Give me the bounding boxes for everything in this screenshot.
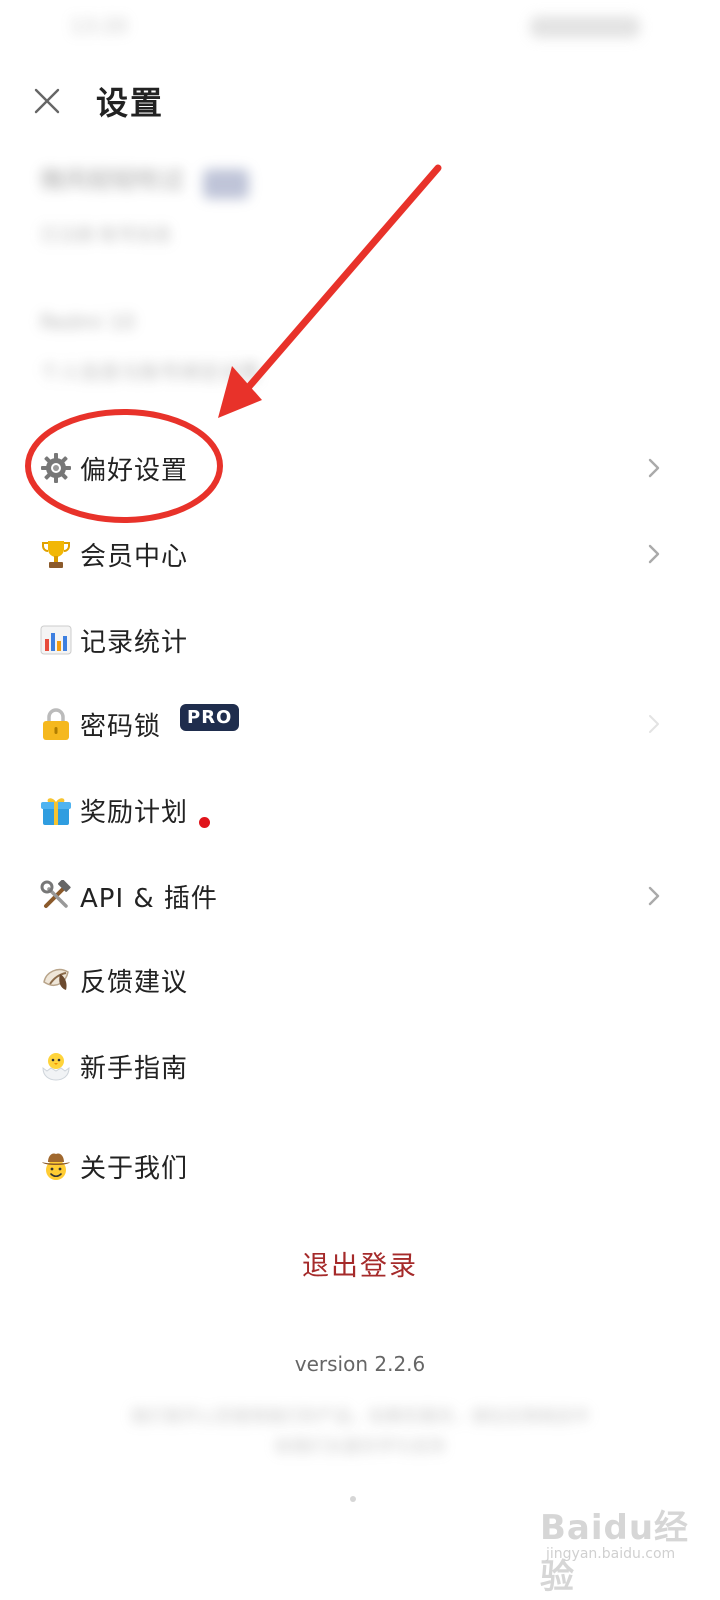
shell-icon (38, 962, 74, 998)
notification-dot (199, 817, 210, 828)
gift-icon (38, 792, 74, 828)
account-subtitle: 已注册·账号信息 (40, 224, 172, 246)
version-text: version 2.2.6 (294, 1352, 426, 1376)
menu-item-api-plugins[interactable]: API & 插件 (0, 856, 720, 936)
menu-item-label: 偏好设置 (80, 455, 189, 486)
header: 设置 (0, 70, 720, 130)
close-icon (34, 88, 60, 114)
account-info[interactable]: 微风轻轻吹过 已注册·账号信息 (40, 160, 600, 247)
menu-item-about-us[interactable]: 关于我们 (0, 1126, 720, 1206)
menu-item-membership[interactable]: 会员中心 (0, 514, 720, 594)
menu-item-label: 奖励计划 (80, 797, 189, 828)
menu-item-beginner-guide[interactable]: 新手指南 (0, 1026, 720, 1106)
device-info: Redmi 10 个人信息与账号绑定设置 (40, 310, 640, 385)
account-tag (203, 168, 250, 199)
footer-note: 我们很开心您使用我们的产品，如果您喜欢，请在应用商店中给我们五星好评与支持 (130, 1407, 590, 1457)
chevron-right-icon (644, 882, 664, 910)
logout-button[interactable]: 退出登录 (0, 1244, 720, 1283)
menu-item-feedback[interactable]: 反馈建议 (0, 940, 720, 1020)
trophy-icon (38, 536, 74, 572)
device-subtitle: 个人信息与账号绑定设置 (40, 360, 260, 384)
menu-item-label: 记录统计 (80, 627, 189, 658)
bar-chart-icon (38, 622, 74, 658)
menu-item-label: 密码锁 (80, 711, 162, 742)
menu-item-label: 反馈建议 (80, 967, 189, 998)
pro-badge: PRO (180, 704, 240, 731)
lock-icon (38, 706, 74, 742)
menu-item-preferences[interactable]: 偏好设置 (0, 428, 720, 508)
chick-icon (38, 1048, 74, 1084)
device-name: Redmi 10 (40, 310, 135, 334)
close-button[interactable] (26, 80, 68, 122)
menu-item-password-lock[interactable]: 密码锁 PRO (0, 684, 720, 764)
cowboy-icon (38, 1148, 74, 1184)
menu-item-rewards[interactable]: 奖励计划 (0, 770, 720, 850)
status-icons (530, 16, 640, 38)
gear-icon (38, 450, 74, 486)
menu-item-label: API & 插件 (80, 883, 218, 914)
account-name: 微风轻轻吹过 (40, 166, 184, 194)
footer-dot (350, 1496, 356, 1502)
menu-item-label: 新手指南 (80, 1053, 189, 1084)
page-title: 设置 (96, 84, 165, 122)
status-time: 13:20 (70, 14, 128, 38)
chevron-right-icon (644, 710, 664, 738)
tools-icon (38, 878, 74, 914)
watermark-url: jingyan.baidu.com (546, 1546, 676, 1562)
chevron-right-icon (644, 454, 664, 482)
menu-item-label: 关于我们 (80, 1153, 189, 1184)
menu-item-statistics[interactable]: 记录统计 (0, 600, 720, 680)
baidu-watermark: Baidu经验 jingyan.baidu.com (540, 1488, 710, 1597)
status-bar: 13:20 (0, 0, 720, 56)
menu-item-label: 会员中心 (80, 541, 189, 572)
chevron-right-icon (644, 540, 664, 568)
